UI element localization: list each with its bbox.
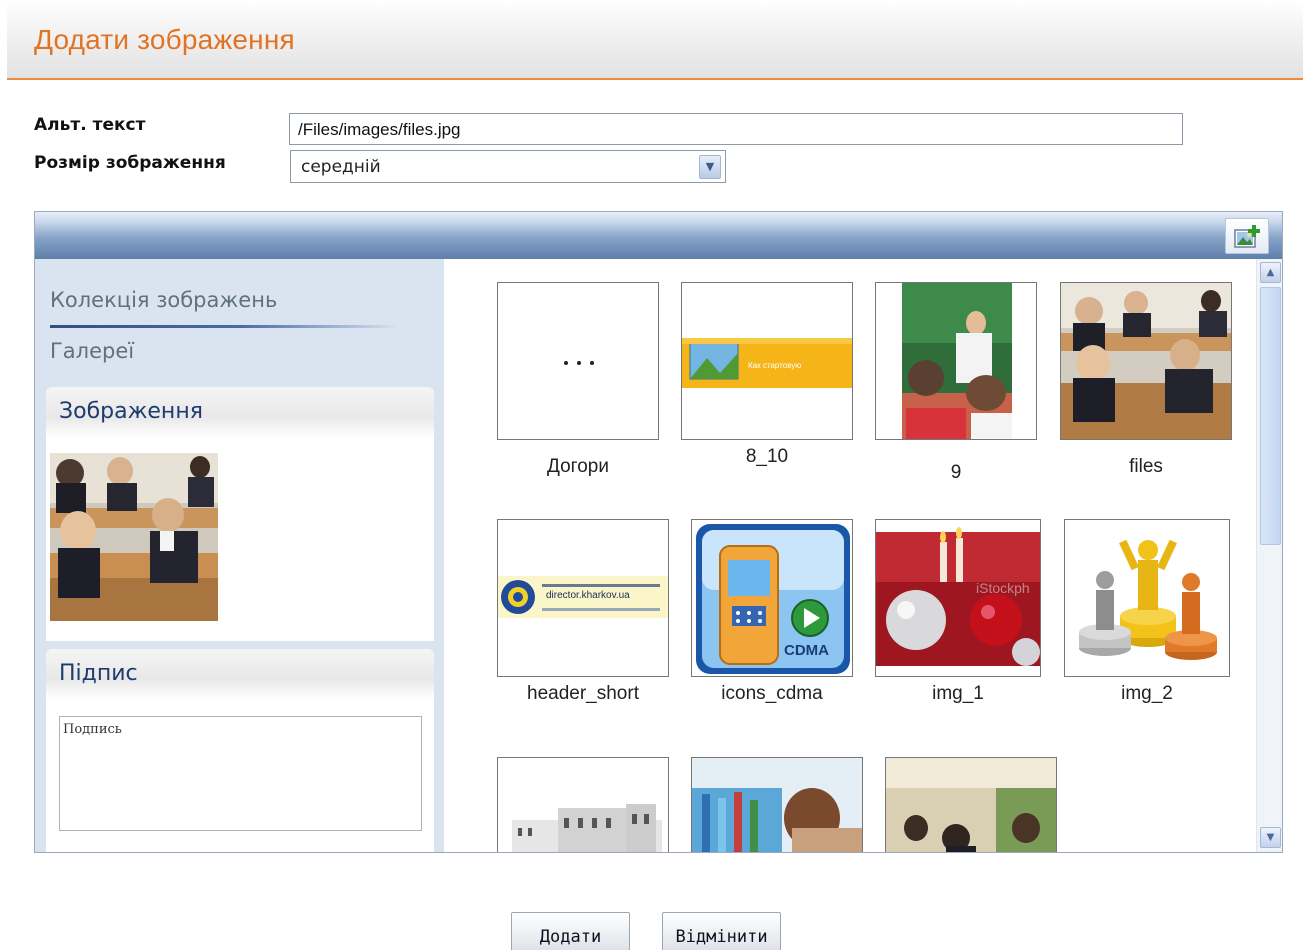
selected-image-preview — [50, 453, 218, 621]
gallery-item-label: 8_10 — [745, 446, 789, 467]
caption-box: Підпис Подпись — [46, 649, 434, 852]
image-preview-box: Зображення — [46, 387, 434, 641]
tab-image-collection[interactable]: Колекція зображень — [50, 288, 277, 312]
cdma-text: CDMA — [784, 642, 829, 659]
dialog-title: Додати зображення — [34, 24, 295, 55]
image-browser-panel: Колекція зображень Галереї Зображення Пі… — [34, 211, 1283, 853]
gallery-item-img-1[interactable]: iStockph — [875, 519, 1041, 677]
gallery-item-header-short[interactable]: director.kharkov.ua — [497, 519, 669, 677]
gallery-item-label: files — [1129, 456, 1163, 477]
students-photo — [1061, 283, 1231, 439]
alt-text-input[interactable]: /Files/images/files.jpg — [289, 113, 1183, 145]
image-size-value: середній — [301, 157, 381, 177]
tab-galleries[interactable]: Галереї — [50, 339, 134, 363]
gallery-item-8-10[interactable]: Как стартовую — [681, 282, 853, 440]
building-sketch — [498, 758, 668, 852]
gallery-item-label: 9 — [950, 462, 962, 483]
add-image-button[interactable] — [1225, 218, 1269, 254]
gallery-item-9[interactable] — [875, 282, 1037, 440]
banner-text: Как стартовую — [748, 361, 802, 370]
header-banner-text: director.kharkov.ua — [546, 590, 630, 601]
classroom-photo — [876, 283, 1036, 439]
chevron-down-icon[interactable]: ▼ — [699, 155, 721, 179]
gallery-item-label: Догори — [547, 456, 609, 477]
image-box-title: Зображення — [46, 387, 434, 437]
active-tab-underline — [50, 325, 400, 328]
cancel-button[interactable]: Відмінити — [662, 912, 781, 950]
gallery-item-img-2[interactable] — [1064, 519, 1230, 677]
image-size-label: Розмір зображення — [34, 153, 226, 173]
gallery-scrollbar[interactable]: ▲ ▼ — [1256, 259, 1282, 852]
gallery-item-classroom[interactable] — [885, 757, 1057, 852]
gallery-item-building[interactable] — [497, 757, 669, 852]
kids-art-photo — [692, 758, 862, 852]
gallery-item-kids-art[interactable] — [691, 757, 863, 852]
gallery-item-files[interactable] — [1060, 282, 1232, 440]
gallery-item-icons-cdma[interactable]: CDMA — [691, 519, 853, 677]
gallery-item-label: header_short — [527, 683, 639, 704]
dialog-header: Додати зображення — [7, 0, 1303, 80]
panel-toolbar — [35, 212, 1282, 259]
alt-text-label: Альт. текст — [34, 115, 146, 135]
gallery-item-label: icons_cdma — [721, 683, 823, 704]
caption-box-title: Підпис — [46, 649, 434, 699]
add-button[interactable]: Додати — [511, 912, 630, 950]
scroll-down-icon[interactable]: ▼ — [1260, 827, 1281, 848]
christmas-photo — [876, 527, 1040, 666]
sidebar: Колекція зображень Галереї Зображення Пі… — [35, 259, 444, 852]
gallery-item-up[interactable] — [497, 282, 659, 440]
add-image-icon — [1234, 225, 1260, 248]
caption-textarea[interactable]: Подпись — [59, 716, 422, 831]
podium-figures — [1065, 520, 1229, 676]
image-gallery: Догори Как стартовую 8_10 9 files direct… — [444, 259, 1256, 852]
classroom-photo-2 — [886, 758, 1056, 852]
scroll-up-icon[interactable]: ▲ — [1260, 262, 1281, 283]
gallery-item-label: img_2 — [1121, 683, 1173, 704]
ellipsis-icon — [564, 361, 594, 365]
watermark-text: iStockph — [976, 580, 1030, 596]
image-size-select[interactable]: середній ▼ — [290, 150, 726, 183]
gallery-item-label: img_1 — [932, 683, 984, 704]
scrollbar-thumb[interactable] — [1260, 287, 1281, 545]
